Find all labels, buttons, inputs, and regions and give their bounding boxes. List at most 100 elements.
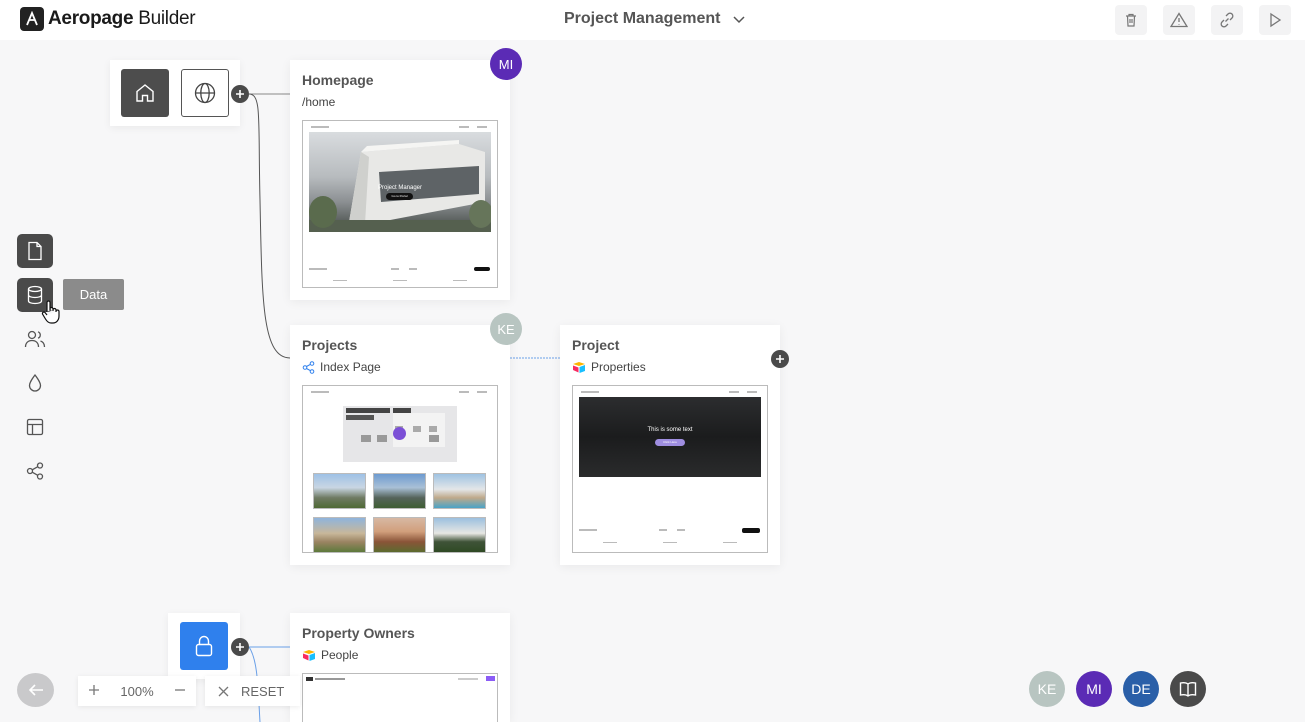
brand-light: Builder bbox=[138, 8, 196, 29]
node-path-text: /home bbox=[302, 95, 336, 109]
play-icon bbox=[1270, 12, 1282, 28]
book-icon bbox=[1179, 682, 1197, 697]
add-page-button[interactable] bbox=[771, 350, 789, 368]
warning-icon bbox=[1170, 12, 1188, 28]
hero-button: Click Here bbox=[655, 439, 685, 446]
mini-nav bbox=[579, 389, 761, 395]
node-subtitle: People bbox=[302, 648, 358, 662]
data-tooltip: Data bbox=[63, 279, 124, 310]
share-icon bbox=[26, 462, 44, 480]
collaborator-avatar[interactable]: MI bbox=[1076, 671, 1112, 707]
house-image bbox=[433, 517, 486, 552]
plus-icon bbox=[236, 90, 244, 98]
node-path: /home bbox=[302, 95, 335, 109]
node-title: Projects bbox=[302, 337, 358, 353]
close-icon bbox=[218, 686, 229, 696]
users-icon bbox=[24, 330, 46, 348]
share-link-button[interactable] bbox=[1211, 5, 1243, 35]
plus-icon bbox=[89, 684, 99, 695]
hand-cursor-icon bbox=[41, 300, 60, 324]
back-button[interactable] bbox=[17, 673, 54, 707]
minus-icon bbox=[175, 688, 185, 691]
zoom-in-button[interactable] bbox=[88, 684, 100, 699]
brand-bold: Aeropage bbox=[48, 8, 134, 29]
reset-button[interactable]: RESET bbox=[205, 676, 300, 706]
house-image bbox=[313, 473, 366, 509]
ocean-image: This is some text Click Here bbox=[579, 397, 761, 477]
collaborator-initials: DE bbox=[1131, 681, 1151, 697]
share-icon bbox=[302, 360, 315, 374]
trash-icon bbox=[1126, 13, 1136, 27]
homepage-card[interactable]: Homepage /home Project Manager Go to Por… bbox=[290, 60, 510, 300]
owners-preview bbox=[302, 673, 498, 722]
globe-icon bbox=[194, 82, 216, 104]
top-actions bbox=[1115, 5, 1291, 35]
plus-icon bbox=[776, 355, 784, 363]
node-title: Property Owners bbox=[302, 625, 415, 641]
hero-image: Project Manager Go to Portal bbox=[309, 132, 491, 232]
projects-preview bbox=[302, 385, 498, 553]
node-subtitle-text: Index Page bbox=[320, 360, 381, 374]
home-icon bbox=[136, 84, 154, 102]
home-node-button[interactable] bbox=[121, 69, 169, 117]
node-subtitle-text: People bbox=[321, 648, 359, 662]
add-page-button[interactable] bbox=[231, 85, 249, 103]
plus-icon bbox=[236, 643, 244, 651]
zoom-out-button[interactable] bbox=[174, 684, 186, 699]
zoom-control: 100% bbox=[78, 676, 196, 706]
mini-nav bbox=[309, 124, 491, 130]
airtable-icon bbox=[573, 362, 585, 373]
homepage-preview: Project Manager Go to Portal bbox=[302, 120, 498, 288]
lock-node-button[interactable] bbox=[180, 622, 228, 670]
users-tool[interactable] bbox=[17, 322, 53, 356]
link-icon bbox=[1220, 12, 1234, 28]
house-image bbox=[373, 473, 426, 509]
reset-label: RESET bbox=[241, 683, 285, 699]
project-card[interactable]: Project Properties This is some text Cli… bbox=[560, 325, 780, 565]
top-bar: Aeropage Builder Project Management bbox=[0, 0, 1305, 40]
drop-icon bbox=[28, 373, 42, 392]
protected-node bbox=[168, 613, 240, 679]
brand-name: Aeropage Builder bbox=[48, 8, 196, 30]
aeropage-logo-icon bbox=[20, 7, 44, 31]
collaborator-initials: MI bbox=[1086, 681, 1102, 697]
app-logo[interactable]: Aeropage Builder bbox=[20, 7, 196, 31]
integrations-tool[interactable] bbox=[17, 454, 53, 488]
node-title: Project bbox=[572, 337, 620, 353]
hero-text: Project Manager bbox=[377, 185, 423, 191]
collaborators: KE MI DE bbox=[1029, 671, 1206, 707]
styles-tool[interactable] bbox=[17, 366, 53, 400]
add-page-button[interactable] bbox=[231, 638, 249, 656]
delete-button[interactable] bbox=[1115, 5, 1147, 35]
left-toolbar bbox=[17, 234, 53, 498]
collaborator-avatar[interactable]: DE bbox=[1123, 671, 1159, 707]
project-preview: This is some text Click Here bbox=[572, 385, 768, 553]
project-name: Project Management bbox=[564, 10, 721, 27]
collaborator-avatar[interactable]: KE bbox=[1029, 671, 1065, 707]
preview-button[interactable] bbox=[1259, 5, 1291, 35]
house-image bbox=[433, 473, 486, 509]
chevron-down-icon bbox=[733, 16, 746, 24]
property-owners-card[interactable]: Property Owners People bbox=[290, 613, 510, 722]
website-node-button[interactable] bbox=[181, 69, 229, 117]
node-subtitle-text: Properties bbox=[591, 360, 646, 374]
video-preview bbox=[343, 406, 457, 462]
building-image bbox=[309, 140, 491, 232]
project-selector[interactable]: Project Management bbox=[564, 10, 746, 28]
hero-text: This is some text bbox=[647, 427, 693, 433]
warnings-button[interactable] bbox=[1163, 5, 1195, 35]
house-image bbox=[313, 517, 366, 552]
node-subtitle: Properties bbox=[572, 360, 646, 374]
avatar-initials: KE bbox=[497, 321, 515, 337]
layout-tool[interactable] bbox=[17, 410, 53, 444]
editor-avatar[interactable]: MI bbox=[490, 48, 522, 80]
node-title: Homepage bbox=[302, 72, 374, 88]
projects-card[interactable]: Projects Index Page bbox=[290, 325, 510, 565]
docs-button[interactable] bbox=[1170, 671, 1206, 707]
pages-tool[interactable] bbox=[17, 234, 53, 268]
mini-nav bbox=[309, 389, 491, 395]
editor-avatar[interactable]: KE bbox=[490, 313, 522, 345]
node-subtitle: Index Page bbox=[302, 360, 381, 374]
start-node bbox=[110, 60, 240, 126]
lock-icon bbox=[195, 635, 213, 657]
